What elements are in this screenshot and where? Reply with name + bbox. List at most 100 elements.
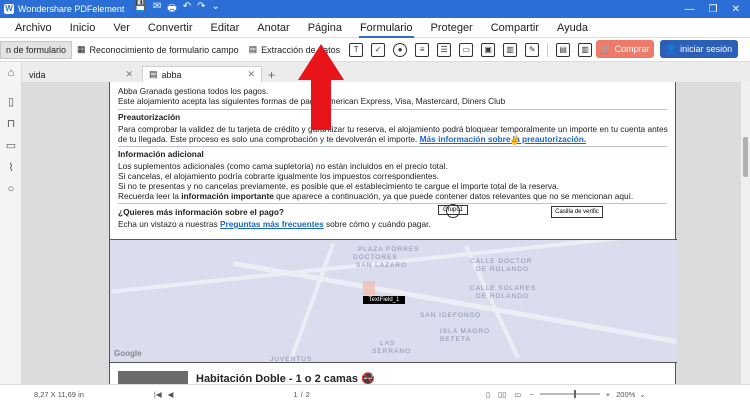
attachment-icon[interactable]: ⌇ — [0, 156, 22, 178]
preauth-link[interactable]: Más información sobre la preautorización… — [420, 134, 586, 144]
doc-text: Si cancelas, el alojamiento podría cobra… — [118, 171, 439, 181]
checkbox-icon[interactable]: ✓ — [371, 42, 386, 57]
divider — [118, 109, 667, 110]
vertical-scrollbar[interactable] — [741, 82, 750, 384]
tab-vida[interactable]: vida ✕ — [22, 66, 140, 82]
menu-anotar[interactable]: Anotar — [248, 18, 298, 38]
checkbox-field[interactable]: Casilla de verific — [551, 206, 603, 218]
mail-icon[interactable]: ✉ — [153, 1, 161, 18]
map-label: CALLE SOLARES — [470, 285, 537, 292]
room-image — [118, 371, 188, 384]
map-label: PLAZA PORRES — [358, 246, 420, 253]
map-label: SERRANO — [372, 348, 412, 355]
new-tab-icon[interactable]: + — [268, 68, 275, 82]
tab-abba[interactable]: ▤ abba ✕ — [142, 66, 262, 82]
login-button[interactable]: 👤 iniciar sesión — [660, 40, 738, 58]
signature-field-icon[interactable]: ✎ — [525, 42, 540, 57]
room-title-text: Habitación Doble - 1 o 2 camas — [196, 373, 358, 384]
align-icon[interactable]: ▤ — [556, 42, 571, 57]
print-icon[interactable]: 🖶 — [167, 1, 176, 18]
doc-text: Recuerda leer la — [118, 191, 182, 201]
bookmark-icon[interactable]: ⊓ — [0, 112, 22, 134]
zoom-level[interactable]: 200% — [616, 390, 635, 399]
section-heading: Información adicional — [118, 149, 204, 159]
single-page-icon[interactable]: ▯ — [486, 390, 490, 399]
two-page-icon[interactable]: ▯▯ — [498, 390, 506, 399]
scrollbar-thumb[interactable] — [743, 137, 748, 177]
button-field-icon[interactable]: ▭ — [459, 42, 474, 57]
divider — [118, 146, 667, 147]
map-label: SAN LAZARO — [356, 262, 408, 269]
page-nav: |◀ ◀ — [154, 390, 174, 399]
zoom-out-icon[interactable]: − — [529, 390, 533, 399]
text-field-icon[interactable]: T — [349, 42, 364, 57]
page-total: 2 — [305, 389, 310, 399]
menu-archivo[interactable]: Archivo — [6, 18, 61, 38]
prev-page-icon[interactable]: ◀ — [168, 390, 174, 399]
thumbnails-icon[interactable]: ▯ — [0, 90, 22, 112]
page-separator: / — [300, 389, 303, 399]
doc-text-line: Echa un vistazo a nuestras Preguntas más… — [118, 219, 431, 230]
zoom-in-icon[interactable]: + — [606, 390, 610, 399]
menu-compartir[interactable]: Compartir — [482, 18, 548, 38]
date-field-icon[interactable]: ▥ — [503, 42, 518, 57]
maximize-icon[interactable]: ❐ — [709, 4, 718, 15]
close-tab-icon[interactable]: ✕ — [115, 69, 133, 80]
customize-icon[interactable]: ⌄ — [211, 1, 219, 18]
distribute-icon[interactable]: ▥ — [578, 42, 593, 57]
menu-ver[interactable]: Ver — [104, 18, 139, 38]
close-icon[interactable]: ✕ — [732, 4, 740, 15]
zoom-slider-handle[interactable] — [573, 390, 576, 398]
comment-icon[interactable]: ▭ — [0, 134, 22, 156]
doc-text: de tu llegada. Este proceso es solo una … — [118, 134, 418, 144]
section-heading: Preautorización — [118, 112, 181, 122]
home-icon[interactable]: ⌂ — [0, 62, 22, 84]
menu-convertir[interactable]: Convertir — [139, 18, 202, 38]
minimize-icon[interactable]: — — [685, 4, 695, 15]
zoom-slider[interactable] — [539, 390, 600, 398]
page-number-input[interactable]: 1 — [293, 390, 297, 399]
menu-proteger[interactable]: Proteger — [422, 18, 482, 38]
save-icon[interactable]: 💾 — [134, 1, 146, 18]
form-button[interactable]: n de formulario — [0, 40, 73, 59]
text-field[interactable]: TextField_1 — [363, 296, 405, 304]
redo-icon[interactable]: ↷ — [197, 1, 205, 18]
radio-button-icon[interactable]: ● — [393, 42, 408, 57]
red-arrow-icon — [298, 44, 344, 130]
doc-bold: información importante — [181, 191, 274, 201]
recognition-label: Reconocimiento de formulario campo — [89, 44, 239, 55]
app-title: Wondershare PDFelement — [18, 4, 125, 14]
fit-width-icon[interactable]: ▭ — [514, 390, 521, 399]
doc-text: Echa un vistazo a nuestras — [118, 219, 220, 229]
map-road — [288, 243, 336, 361]
menu-inicio[interactable]: Inicio — [61, 18, 105, 38]
menu-pagina[interactable]: Página — [299, 18, 351, 38]
window-controls: — ❐ ✕ — [685, 4, 750, 15]
map-label: SAN IDEFONSO — [420, 312, 482, 319]
menu-ayuda[interactable]: Ayuda — [548, 18, 597, 38]
map-label: LAS — [380, 340, 396, 347]
buy-button[interactable]: 🛒 Comprar — [596, 40, 654, 58]
map-label: DOCTORES — [353, 254, 398, 261]
first-page-icon[interactable]: |◀ — [154, 390, 162, 399]
status-bar: 8,27 X 11,69 in |◀ ◀ 1 / 2 ▯ ▯▯ ▭ − + 20… — [0, 384, 750, 403]
image-field-icon[interactable]: ▣ — [481, 42, 496, 57]
list-box-icon[interactable]: ☰ — [437, 42, 452, 57]
close-tab-icon[interactable]: ✕ — [237, 69, 255, 80]
undo-icon[interactable]: ↶ — [183, 1, 191, 18]
radio-group-field[interactable]: Grupo1 — [438, 204, 468, 218]
page-size: 8,27 X 11,69 in — [34, 389, 84, 399]
menu-formulario[interactable]: Formulario — [351, 18, 422, 38]
search-icon[interactable]: ○ — [0, 178, 22, 200]
doc-text-line: Recuerda leer la información importante … — [118, 191, 633, 202]
recognition-button[interactable]: ▦ Reconocimiento de formulario campo — [72, 41, 244, 59]
app-logo-icon: W — [4, 4, 14, 14]
menu-editar[interactable]: Editar — [202, 18, 249, 38]
faq-link[interactable]: Preguntas más frecuentes — [220, 219, 324, 229]
combo-box-icon[interactable]: ≡ — [415, 42, 430, 57]
buy-label: Comprar — [614, 44, 650, 54]
map-label: DE ROLANDO — [476, 293, 529, 300]
map-label: JUVENTUS — [270, 356, 313, 363]
map-label: CALLE DOCTOR — [470, 258, 533, 265]
zoom-dropdown-icon[interactable]: ⌄ — [639, 390, 645, 399]
